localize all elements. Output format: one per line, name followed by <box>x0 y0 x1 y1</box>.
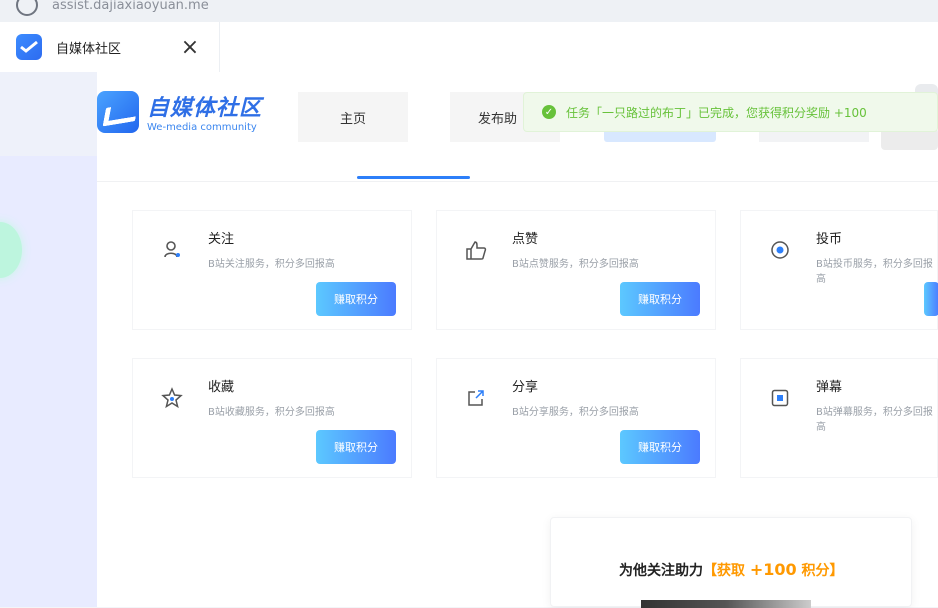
coin-icon <box>769 239 791 261</box>
tab-title: 自媒体社区 <box>56 41 122 57</box>
card-description: B站投币服务，积分多回报高 <box>816 259 933 285</box>
earn-points-button[interactable]: 赚取积分 <box>620 282 700 316</box>
toast-message: 任务「一只路过的布丁」已完成，您获得积分奖励 +100 <box>566 105 867 120</box>
logo-name: 自媒体社区 <box>147 96 263 121</box>
shield-icon[interactable] <box>16 0 38 16</box>
nav-home[interactable]: 主页 <box>298 92 408 142</box>
card-title: 关注 <box>208 232 235 247</box>
promo-title: 为他关注助力【获取 +100 积分】 <box>619 560 844 580</box>
site-favicon-icon <box>16 34 42 60</box>
card-description: B站点赞服务，积分多回报高 <box>512 259 639 270</box>
browser-tab-bar: 自媒体社区 × <box>0 22 938 72</box>
star-icon <box>161 387 183 409</box>
user-add-icon <box>161 239 183 261</box>
nav-active-underline <box>357 176 470 179</box>
promo-gain: +100 <box>749 560 797 579</box>
left-pane-strip <box>0 156 97 607</box>
card-follow: 关注 B站关注服务，积分多回报高 赚取积分 <box>132 210 412 330</box>
site-logo[interactable]: 自媒体社区 We-media community <box>97 90 262 133</box>
promo-card: 为他关注助力【获取 +100 积分】 <box>550 517 912 608</box>
card-description: B站关注服务，积分多回报高 <box>208 259 335 270</box>
card-title: 弹幕 <box>816 380 843 395</box>
card-description: B站收藏服务，积分多回报高 <box>208 407 335 418</box>
card-like: 点赞 B站点赞服务，积分多回报高 赚取积分 <box>436 210 716 330</box>
card-title: 点赞 <box>512 232 539 247</box>
promo-prefix: 为他关注助力 <box>619 563 703 579</box>
browser-address-bar: assist.dajiaxiaoyuan.me <box>0 0 938 22</box>
card-coin: 投币 B站投币服务，积分多回报高 <box>740 210 938 330</box>
card-title: 分享 <box>512 380 539 395</box>
card-title: 投币 <box>816 232 843 247</box>
earn-points-button[interactable]: 赚取积分 <box>316 282 396 316</box>
left-pane <box>0 72 97 607</box>
check-circle-icon: ✓ <box>542 105 556 119</box>
card-danmaku: 弹幕 B站弹幕服务，积分多回报高 <box>740 358 938 478</box>
earn-points-button[interactable] <box>924 282 938 316</box>
main-page: 自媒体社区 We-media community 主页 发布助 ✓ 任务「一只路… <box>97 72 938 608</box>
promo-suffix: 积分】 <box>796 563 844 579</box>
browser-tab[interactable]: 自媒体社区 × <box>0 22 220 72</box>
card-description: B站分享服务，积分多回报高 <box>512 407 639 418</box>
logo-subtitle: We-media community <box>147 122 257 133</box>
card-favorite: 收藏 B站收藏服务，积分多回报高 赚取积分 <box>132 358 412 478</box>
address-text[interactable]: assist.dajiaxiaoyuan.me <box>52 0 209 13</box>
earn-points-button[interactable]: 赚取积分 <box>620 430 700 464</box>
logo-mark-icon <box>97 90 139 133</box>
earn-points-button[interactable]: 赚取积分 <box>316 430 396 464</box>
card-share: 分享 B站分享服务，积分多回报高 赚取积分 <box>436 358 716 478</box>
card-description: B站弹幕服务，积分多回报高 <box>816 407 933 433</box>
card-title: 收藏 <box>208 380 235 395</box>
danmaku-icon <box>769 387 791 409</box>
share-icon <box>465 387 487 409</box>
success-toast: ✓ 任务「一只路过的布丁」已完成，您获得积分奖励 +100 <box>523 92 938 132</box>
promo-bracket-open: 【获取 <box>703 563 750 579</box>
close-icon[interactable]: × <box>179 35 201 60</box>
thumbs-up-icon <box>465 239 487 261</box>
